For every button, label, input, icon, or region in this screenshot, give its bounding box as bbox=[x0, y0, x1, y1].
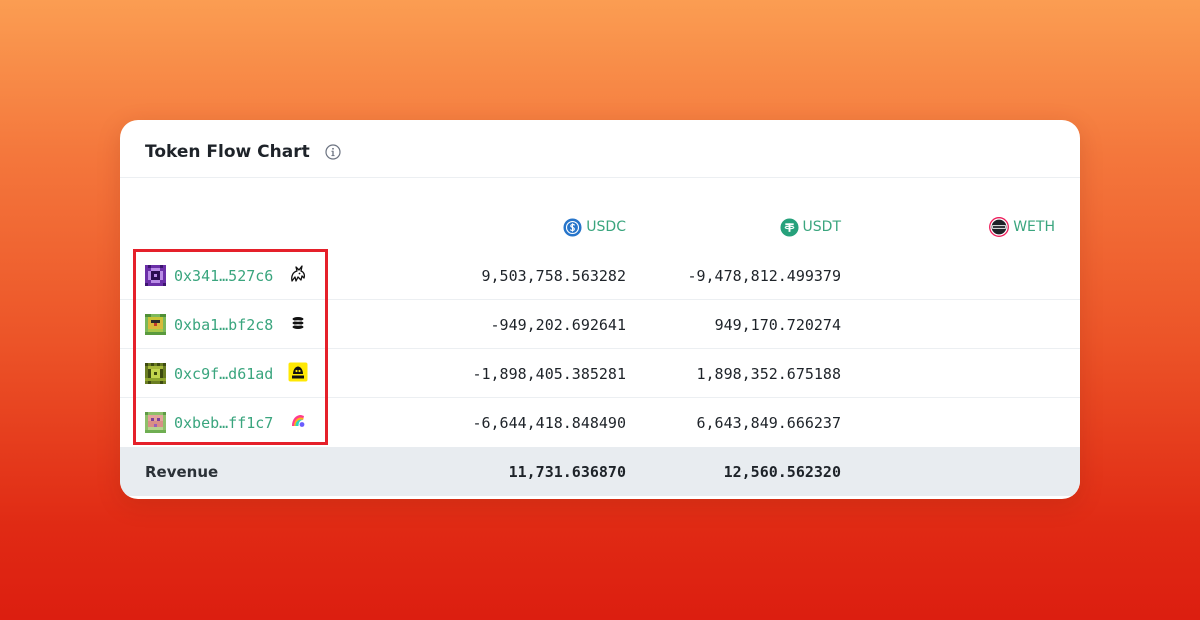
info-icon[interactable] bbox=[325, 144, 341, 160]
revenue-usdc-value: 11,731.636870 bbox=[508, 463, 626, 481]
column-header-usdc[interactable]: USDC bbox=[563, 217, 626, 237]
table-row: 0xc9f…d61ad -1,898,405.385281 1,898,352.… bbox=[120, 349, 1080, 398]
address-avatar-icon bbox=[145, 314, 166, 335]
dodo-icon[interactable] bbox=[288, 362, 308, 382]
usdc-value: 9,503,758.563282 bbox=[481, 267, 627, 285]
usdt-value: 6,643,849.666237 bbox=[696, 414, 842, 432]
address-link[interactable]: 0xba1…bf2c8 bbox=[174, 315, 273, 335]
unicorn-icon[interactable] bbox=[288, 264, 308, 284]
column-header-usdt-label: USDT bbox=[802, 219, 841, 235]
usdc-value: -1,898,405.385281 bbox=[472, 365, 626, 383]
card-title: Token Flow Chart bbox=[145, 142, 310, 162]
address-link[interactable]: 0xbeb…ff1c7 bbox=[174, 413, 273, 433]
table-row: 0xbeb…ff1c7 -6,644,418.848490 6,643,849.… bbox=[120, 398, 1080, 447]
address-link[interactable]: 0x341…527c6 bbox=[174, 266, 273, 286]
column-header-usdc-label: USDC bbox=[586, 219, 626, 235]
revenue-usdt-value: 12,560.562320 bbox=[723, 463, 841, 481]
usdt-value: 1,898,352.675188 bbox=[696, 365, 842, 383]
table-row: 0x341…527c6 9,503,758.563282 -9,478,812.… bbox=[120, 251, 1080, 300]
card-header: Token Flow Chart bbox=[120, 120, 1080, 178]
revenue-label: Revenue bbox=[145, 463, 219, 481]
address-avatar-icon bbox=[145, 412, 166, 433]
column-header-weth[interactable]: WETH bbox=[989, 217, 1055, 237]
stacked-discs-icon[interactable] bbox=[288, 313, 308, 333]
usdc-value: -949,202.692641 bbox=[490, 316, 626, 334]
column-header-weth-label: WETH bbox=[1013, 219, 1055, 235]
usdc-coin-icon bbox=[563, 217, 582, 237]
revenue-row: Revenue 11,731.636870 12,560.562320 bbox=[120, 447, 1080, 496]
address-avatar-icon bbox=[145, 265, 166, 286]
usdt-value: -9,478,812.499379 bbox=[687, 267, 841, 285]
usdt-coin-icon bbox=[780, 217, 799, 237]
address-avatar-icon bbox=[145, 363, 166, 384]
token-flow-card: Token Flow Chart USDC USDT WETH 0x341…52… bbox=[120, 120, 1080, 499]
column-header-usdt[interactable]: USDT bbox=[780, 217, 841, 237]
address-link[interactable]: 0xc9f…d61ad bbox=[174, 364, 273, 384]
weth-coin-icon bbox=[989, 217, 1010, 237]
usdc-value: -6,644,418.848490 bbox=[472, 414, 626, 432]
rainbow-icon[interactable] bbox=[288, 411, 308, 431]
usdt-value: 949,170.720274 bbox=[714, 316, 841, 334]
table-row: 0xba1…bf2c8 -949,202.692641 949,170.7202… bbox=[120, 300, 1080, 349]
